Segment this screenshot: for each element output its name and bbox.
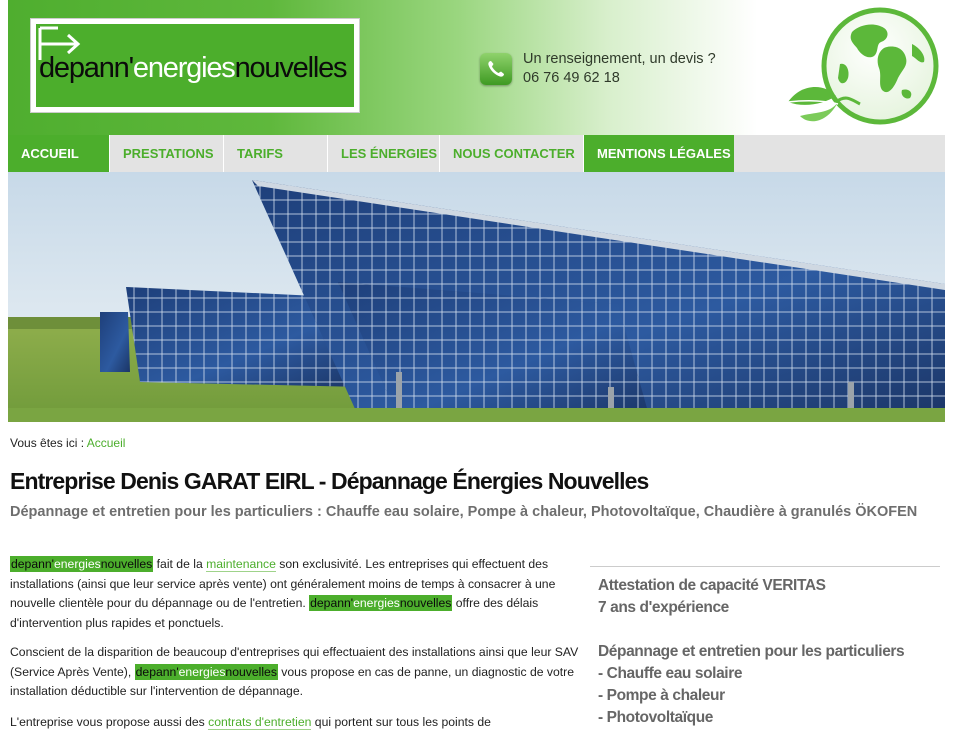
nav-item-energies[interactable]: LES ÉNERGIES [328, 135, 439, 172]
breadcrumb-prefix: Vous êtes ici : [10, 436, 87, 450]
hero-image-solar-panels [8, 172, 945, 422]
nav-item-prestations[interactable]: PRESTATIONS [110, 135, 223, 172]
sidebar-service-item: - Chauffe eau solaire [598, 665, 743, 682]
globe-icon [787, 7, 939, 125]
sidebar-divider [590, 566, 940, 567]
page: depann'energiesnouvelles Un renseignemen… [8, 0, 945, 734]
logo-background: depann'energiesnouvelles [36, 24, 354, 107]
paragraph-1: depann'energiesnouvelles fait de la main… [10, 556, 556, 630]
nav-item-tarifs[interactable]: TARIFS [224, 135, 327, 172]
logo-part3: nouvelles [234, 52, 348, 84]
breadcrumb-link-accueil[interactable]: Accueil [87, 436, 126, 450]
nav-item-accueil[interactable]: ACCUEIL [8, 135, 109, 172]
sidebar-experience: 7 ans d'expérience [598, 599, 729, 616]
page-title: Entreprise Denis GARAT EIRL - Dépannage … [10, 468, 649, 494]
sidebar-service-item: - Pompe à chaleur [598, 687, 725, 704]
nav-item-mentions-legales[interactable]: MENTIONS LÉGALES [584, 135, 734, 172]
main-nav: ACCUEIL PRESTATIONS TARIFS LES ÉNERGIES … [8, 135, 945, 172]
link-contrats-entretien[interactable]: contrats d'entretien [208, 715, 312, 730]
phone-icon [480, 53, 512, 85]
link-maintenance[interactable]: maintenance [206, 557, 276, 572]
site-header: depann'energiesnouvelles Un renseignemen… [8, 0, 945, 135]
sidebar-service-item: - Photovoltaïque [598, 709, 714, 726]
brand-highlight: depann'energiesnouvelles [10, 556, 154, 572]
sidebar-attestation: Attestation de capacité VERITAS [598, 577, 826, 594]
logo-part1: depann' [39, 52, 134, 84]
page-subtitle: Dépannage et entretien pour les particul… [10, 504, 918, 520]
breadcrumb: Vous êtes ici : Accueil [10, 436, 125, 450]
contact-phone[interactable]: 06 76 49 62 18 [523, 70, 620, 86]
nav-item-contact[interactable]: NOUS CONTACTER [440, 135, 583, 172]
sidebar-services-heading: Dépannage et entretien pour les particul… [598, 643, 905, 660]
site-logo[interactable]: depann'energiesnouvelles [30, 18, 360, 113]
logo-text: depann'energiesnouvelles [39, 52, 348, 85]
paragraph-3: L'entreprise vous propose aussi des cont… [10, 715, 491, 730]
brand-highlight: depann'energiesnouvelles [134, 663, 278, 680]
logo-part2: energies [132, 52, 236, 84]
contact-prompt: Un renseignement, un devis ? [523, 51, 716, 67]
brand-highlight: depann'energiesnouvelles [309, 595, 453, 611]
paragraph-2: Conscient de la disparition de beaucoup … [10, 645, 579, 698]
